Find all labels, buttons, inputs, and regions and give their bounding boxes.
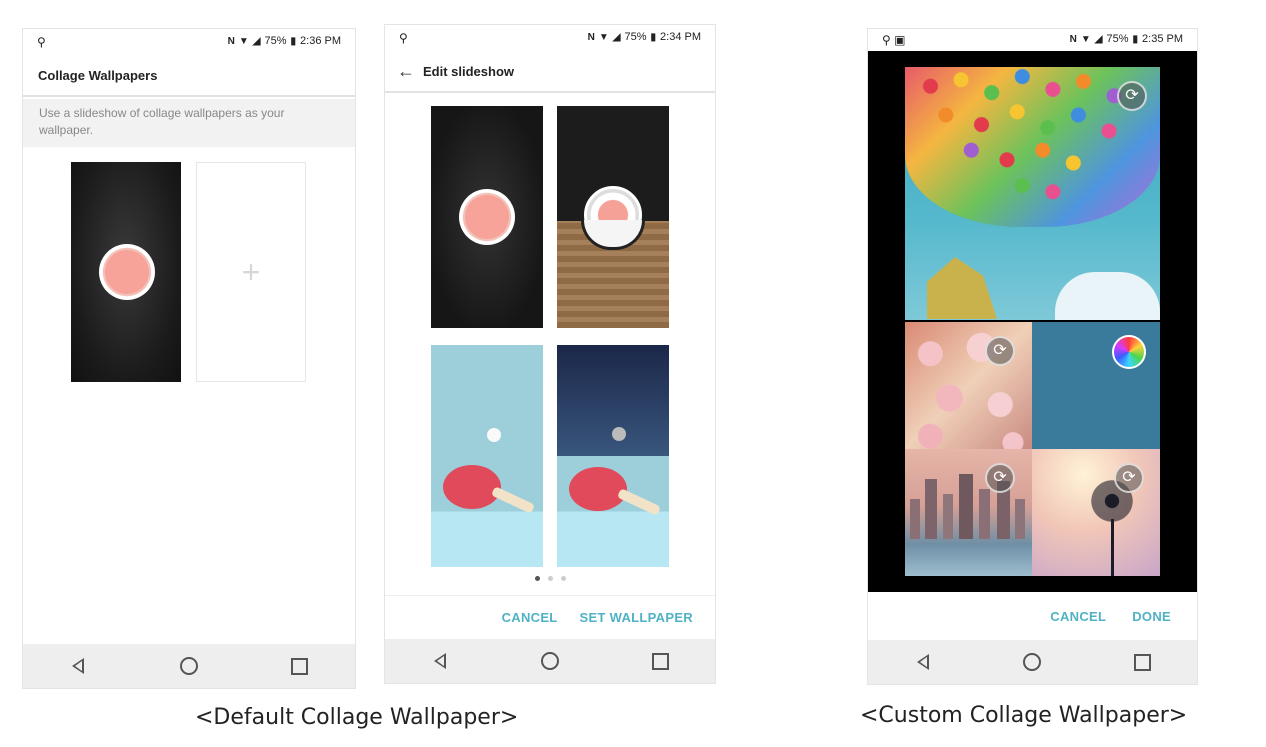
page-dot	[560, 576, 566, 581]
slide-thumb-2[interactable]	[557, 106, 669, 328]
nav-bar	[868, 640, 1197, 684]
clock: 2:35 PM	[1142, 33, 1183, 45]
add-wallpaper-slot[interactable]: +	[196, 162, 306, 382]
plus-icon: +	[241, 253, 261, 290]
wifi-icon: ▼	[598, 31, 609, 43]
back-triangle-icon	[72, 658, 85, 674]
phone-default-collage: ⚲ N ▼ ◢ 75% ▮ 2:36 PM Collage Wallpapers…	[23, 29, 355, 688]
recents-nav-button[interactable]	[640, 646, 680, 676]
home-nav-button[interactable]	[1012, 647, 1052, 677]
recents-nav-button[interactable]	[1122, 647, 1162, 677]
collage-tile-city[interactable]: ⟳	[905, 449, 1032, 576]
home-circle-icon	[1023, 653, 1042, 671]
moon-image	[612, 427, 626, 441]
home-circle-icon	[179, 657, 198, 675]
usb-icon: ⚲	[399, 31, 408, 45]
cancel-button[interactable]: CANCEL	[1050, 609, 1106, 624]
collage-editor: ⟳ ⟳ ⟳ ⟳	[868, 51, 1197, 592]
slide-thumb-4[interactable]	[557, 345, 669, 567]
color-picker-icon[interactable]	[1112, 335, 1146, 369]
home-nav-button[interactable]	[169, 651, 209, 681]
slide-thumb-3[interactable]	[431, 345, 543, 567]
nav-bar	[385, 639, 715, 683]
back-triangle-icon	[434, 653, 446, 669]
house-image	[927, 257, 997, 319]
description-text: Use a slideshow of collage wallpapers as…	[39, 106, 285, 137]
back-nav-button[interactable]	[58, 651, 98, 681]
action-bar: CANCEL DONE	[868, 594, 1197, 638]
recents-square-icon	[651, 652, 669, 670]
usb-icon: ⚲	[37, 35, 46, 49]
clock: 2:36 PM	[300, 35, 341, 47]
slide-thumb-1[interactable]	[431, 106, 543, 328]
back-nav-button[interactable]	[903, 647, 943, 677]
phone-custom-collage: ⚲ ▣ N ▼ ◢ 75% ▮ 2:35 PM ⟳ ⟳ ⟳ ⟳ CANCEL D…	[868, 29, 1197, 684]
signal-icon: ◢	[252, 35, 261, 47]
wallpaper-thumb-1[interactable]	[71, 162, 181, 382]
battery-level: 75%	[1106, 33, 1129, 45]
home-circle-icon	[541, 652, 559, 670]
battery-level: 75%	[624, 31, 647, 43]
set-wallpaper-button[interactable]: SET WALLPAPER	[580, 610, 693, 625]
cancel-button[interactable]: CANCEL	[502, 610, 558, 625]
page-title: Edit slideshow	[423, 63, 515, 79]
refresh-icon[interactable]: ⟳	[985, 336, 1015, 366]
recents-square-icon	[1133, 653, 1151, 671]
status-bar: ⚲ N ▼ ◢ 75% ▮ 2:34 PM	[385, 25, 715, 51]
signal-icon: ◢	[612, 31, 621, 43]
nav-bar	[23, 644, 355, 688]
battery-level: 75%	[264, 35, 287, 47]
refresh-icon[interactable]: ⟳	[985, 463, 1015, 493]
back-nav-button[interactable]	[420, 646, 460, 676]
status-bar: ⚲ N ▼ ◢ 75% ▮ 2:36 PM	[23, 29, 355, 55]
refresh-icon[interactable]: ⟳	[1114, 463, 1144, 493]
collage-tile-balloons[interactable]: ⟳	[905, 67, 1160, 320]
app-bar: Collage Wallpapers	[23, 55, 355, 97]
done-button[interactable]: DONE	[1132, 609, 1171, 624]
nfc-icon: N	[227, 35, 235, 47]
back-arrow-icon[interactable]: ←	[397, 61, 415, 82]
action-bar: CANCEL SET WALLPAPER	[385, 595, 715, 639]
paddle-handle	[490, 486, 536, 514]
nfc-icon: N	[1069, 33, 1077, 45]
dandelion-stem	[1111, 519, 1114, 576]
page-title: Collage Wallpapers	[38, 67, 158, 83]
collage-tile-solid-color[interactable]	[1032, 322, 1160, 449]
ball-image	[487, 428, 501, 442]
page-dot	[547, 576, 553, 581]
recents-nav-button[interactable]	[280, 651, 320, 681]
plate-image	[459, 189, 515, 245]
collage-tile-dandelion[interactable]: ⟳	[1032, 449, 1160, 576]
home-nav-button[interactable]	[530, 646, 570, 676]
paddle-image	[443, 465, 501, 509]
paddle-handle	[616, 488, 662, 516]
caption-custom: <Custom Collage Wallpaper>	[860, 703, 1188, 728]
usb-icon: ⚲ ▣	[882, 33, 906, 47]
back-triangle-icon	[916, 654, 929, 670]
clouds-image	[1055, 272, 1160, 320]
caption-default: <Default Collage Wallpaper>	[195, 705, 519, 730]
paddle-image	[569, 467, 627, 511]
refresh-icon[interactable]: ⟳	[1117, 81, 1147, 111]
status-bar: ⚲ ▣ N ▼ ◢ 75% ▮ 2:35 PM	[868, 29, 1197, 51]
clock: 2:34 PM	[660, 31, 701, 43]
signal-icon: ◢	[1094, 33, 1103, 45]
battery-icon: ▮	[650, 31, 657, 43]
page-indicator	[385, 576, 715, 581]
battery-icon: ▮	[1132, 33, 1139, 45]
battery-icon: ▮	[290, 35, 297, 47]
wifi-icon: ▼	[238, 35, 249, 47]
nfc-icon: N	[587, 31, 595, 43]
collage-tile-roses[interactable]: ⟳	[905, 322, 1032, 449]
phone-edit-slideshow: ⚲ N ▼ ◢ 75% ▮ 2:34 PM ← Edit slideshow C…	[385, 25, 715, 683]
plate-image	[99, 244, 155, 300]
page-dot-active	[534, 576, 540, 581]
description-panel: Use a slideshow of collage wallpapers as…	[23, 99, 355, 147]
wifi-icon: ▼	[1080, 33, 1091, 45]
app-bar: ← Edit slideshow	[385, 51, 715, 93]
recents-square-icon	[291, 657, 309, 675]
